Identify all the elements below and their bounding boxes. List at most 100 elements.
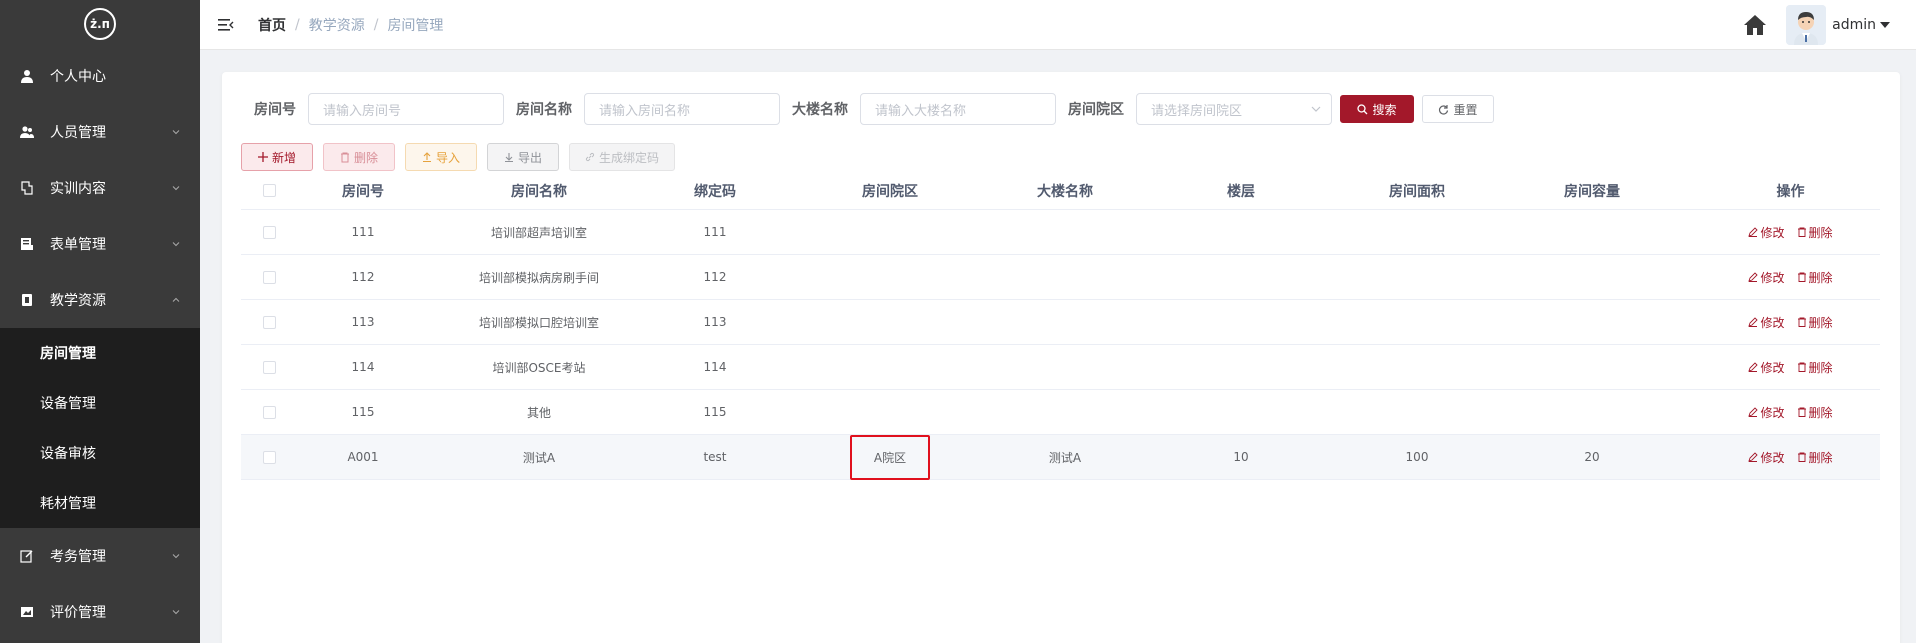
chevron-down-icon: [172, 130, 180, 135]
delete-link[interactable]: 删除: [1797, 224, 1833, 241]
edit-link[interactable]: 修改: [1748, 269, 1785, 286]
chevron-down-icon: [172, 554, 180, 559]
edit-label: 修改: [1760, 270, 1785, 285]
sidebar-item-teaching-resources[interactable]: 教学资源: [0, 272, 200, 328]
delete-button[interactable]: 删除: [323, 143, 395, 171]
delete-link[interactable]: 删除: [1797, 404, 1833, 421]
trash-icon: [1797, 272, 1806, 282]
cell-room-name: 培训部OSCE考站: [492, 360, 586, 375]
edit-link[interactable]: 修改: [1748, 449, 1785, 466]
cell-room-name: 培训部模拟病房刷手间: [478, 270, 599, 285]
sidebar-subitem-room-management[interactable]: 房间管理: [0, 328, 200, 378]
search-form: 房间号 请输入房间号 房间名称 请输入房间名称 大楼名称 请输入大楼名称 房间院…: [254, 93, 1494, 125]
row-checkbox[interactable]: [262, 225, 276, 239]
delete-link[interactable]: 删除: [1797, 359, 1833, 376]
edit-link[interactable]: 修改: [1748, 359, 1785, 376]
hamburger-icon[interactable]: [216, 15, 236, 35]
row-select-cell: [241, 450, 297, 464]
row-checkbox[interactable]: [262, 270, 276, 284]
breadcrumb-home[interactable]: 首页: [258, 15, 286, 35]
cell-actions: 修改 删除: [1701, 404, 1880, 421]
delete-link[interactable]: 删除: [1797, 449, 1833, 466]
generate-bind-code-button[interactable]: 生成绑定码: [569, 143, 675, 171]
chevron-up-icon: [172, 297, 180, 302]
sidebar-item-evaluation[interactable]: 评价管理: [0, 584, 200, 640]
add-button[interactable]: 新增: [241, 143, 313, 171]
delete-link[interactable]: 删除: [1797, 314, 1833, 331]
sidebar-item-training-content[interactable]: 实训内容: [0, 160, 200, 216]
select-all-checkbox[interactable]: [262, 184, 276, 197]
edit-label: 修改: [1760, 315, 1785, 330]
link-icon: [585, 152, 595, 162]
row-checkbox[interactable]: [262, 450, 276, 464]
room-no-input[interactable]: 请输入房间号: [308, 93, 504, 125]
cell-room-no: A001: [347, 450, 379, 464]
username: admin: [1832, 17, 1876, 33]
cell-bind-code: 114: [703, 360, 727, 374]
sidebar-item-label: 个人中心: [50, 69, 106, 85]
search-icon: [1357, 103, 1368, 115]
edit-label: 修改: [1760, 225, 1785, 240]
sidebar-item-label: 表单管理: [50, 237, 106, 253]
plus-icon: [257, 152, 268, 162]
table-row: 111 培训部超声培训室 111 修改 删除: [241, 210, 1880, 255]
sidebar-item-exam-affairs[interactable]: 考务管理: [0, 528, 200, 584]
cell-bind-code: test: [703, 450, 727, 464]
cell-campus: A院区: [781, 434, 999, 480]
resource-icon: [20, 293, 34, 307]
campus-select[interactable]: 请选择房间院区: [1136, 93, 1332, 125]
sidebar-subitem-equipment-management[interactable]: 设备管理: [0, 378, 200, 428]
column-header-campus: 房间院区: [862, 183, 918, 200]
cell-actions: 修改 删除: [1701, 449, 1880, 466]
sidebar-item-staff-management[interactable]: 人员管理: [0, 104, 200, 160]
row-checkbox[interactable]: [262, 360, 276, 374]
reset-button[interactable]: 重置: [1422, 95, 1494, 123]
chevron-down-icon: [1311, 106, 1321, 112]
import-button[interactable]: 导入: [405, 143, 477, 171]
breadcrumb-teaching-resources[interactable]: 教学资源: [309, 15, 365, 35]
edit-icon: [20, 549, 34, 563]
room-table: 房间号 房间名称 绑定码 房间院区 大楼名称 楼层 房间面积 房间容量 操作 1…: [241, 172, 1880, 480]
row-checkbox[interactable]: [262, 315, 276, 329]
sidebar-item-label: 教学资源: [50, 293, 106, 309]
cell-room-no: 115: [351, 405, 375, 419]
trash-icon: [1797, 317, 1806, 327]
room-name-input[interactable]: 请输入房间名称: [584, 93, 780, 125]
cell-room-name: 培训部模拟口腔培训室: [478, 315, 599, 330]
delete-label: 删除: [1808, 450, 1833, 465]
room-name-label: 房间名称: [516, 102, 572, 118]
column-header-room-name: 房间名称: [511, 183, 567, 200]
table-row: 115 其他 115 修改 删除: [241, 390, 1880, 435]
sidebar-subitem-consumables[interactable]: 耗材管理: [0, 478, 200, 528]
campus-placeholder: 请选择房间院区: [1151, 103, 1243, 119]
delete-link[interactable]: 删除: [1797, 269, 1833, 286]
edit-link[interactable]: 修改: [1748, 224, 1785, 241]
building-input[interactable]: 请输入大楼名称: [860, 93, 1056, 125]
column-header-building: 大楼名称: [1037, 183, 1093, 200]
logo[interactable]: ż.п: [84, 8, 116, 40]
edit-label: 修改: [1760, 360, 1785, 375]
sidebar-item-form-management[interactable]: 表单管理: [0, 216, 200, 272]
edit-link[interactable]: 修改: [1748, 404, 1785, 421]
cell-bind-code: 111: [703, 225, 727, 239]
sidebar-item-label: 评价管理: [50, 605, 106, 621]
table-row: A001 测试A test A院区 测试A 10 100 20 修改 删除: [241, 434, 1880, 480]
cell-floor: 10: [1233, 450, 1249, 464]
column-header-bind-code: 绑定码: [694, 183, 736, 200]
export-button[interactable]: 导出: [487, 143, 559, 171]
column-header-capacity: 房间容量: [1564, 183, 1620, 200]
avatar[interactable]: [1786, 5, 1827, 45]
form-icon: [20, 237, 34, 251]
delete-label: 删除: [1808, 405, 1833, 420]
edit-link[interactable]: 修改: [1748, 314, 1785, 331]
home-icon[interactable]: [1742, 12, 1768, 38]
row-select-cell: [241, 225, 297, 239]
search-button[interactable]: 搜索: [1340, 95, 1414, 123]
sidebar-subitem-equipment-review[interactable]: 设备审核: [0, 428, 200, 478]
sidebar-item-personal-center[interactable]: 个人中心: [0, 48, 200, 104]
edit-label: 修改: [1760, 405, 1785, 420]
image-icon: [20, 605, 34, 619]
user-menu[interactable]: admin: [1832, 17, 1890, 33]
edit-icon: [1748, 227, 1759, 237]
row-checkbox[interactable]: [262, 405, 276, 419]
